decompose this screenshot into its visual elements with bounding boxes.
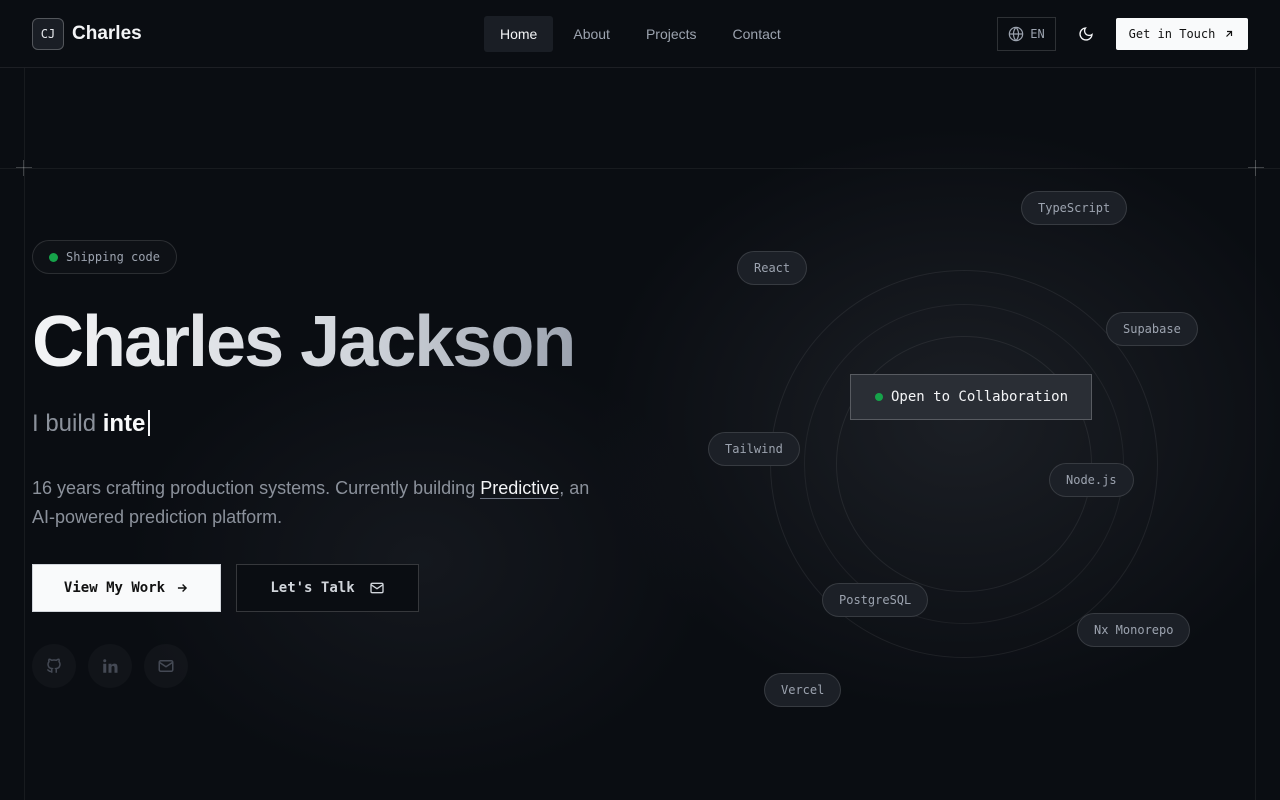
typing-caret — [148, 410, 151, 436]
site-header: CJ Charles Home About Projects Contact E… — [0, 0, 1280, 68]
view-my-work-button[interactable]: View My Work — [32, 564, 221, 612]
nav-item-contact[interactable]: Contact — [717, 16, 797, 52]
tech-pill-vercel: Vercel — [764, 673, 842, 707]
tech-pill-nx-monorepo: Nx Monorepo — [1077, 613, 1191, 647]
email-icon — [158, 660, 174, 672]
theme-toggle[interactable] — [1074, 22, 1098, 46]
linkedin-icon — [103, 659, 118, 673]
language-switcher[interactable]: EN — [997, 17, 1056, 51]
crosshair-decoration — [16, 160, 32, 176]
grid-line — [24, 68, 25, 800]
status-badge: Shipping code — [32, 240, 177, 274]
get-in-touch-label: Get in Touch — [1128, 27, 1216, 41]
collaboration-badge: Open to Collaboration — [850, 374, 1092, 420]
nav-item-about[interactable]: About — [557, 16, 626, 52]
logo-mark: CJ — [32, 18, 64, 50]
hero-description: 16 years crafting production systems. Cu… — [32, 474, 612, 532]
hero-tagline: I build inte — [32, 410, 151, 438]
brand-name: Charles — [72, 23, 142, 44]
collaboration-dot — [875, 393, 883, 401]
status-dot — [49, 252, 58, 262]
language-label: EN — [1030, 27, 1045, 41]
social-links — [32, 644, 188, 688]
lets-talk-label: Let's Talk — [270, 580, 355, 596]
tech-pill-react: React — [737, 251, 808, 285]
desc-text: 16 years crafting production systems. Cu… — [32, 478, 481, 498]
arrow-right-icon — [177, 584, 188, 592]
email-link[interactable] — [144, 644, 188, 688]
tech-pill-typescript: TypeScript — [1021, 191, 1128, 225]
status-label: Shipping code — [66, 250, 160, 264]
predictive-link[interactable]: Predictive — [480, 478, 560, 499]
tagline-prefix: I build — [32, 410, 97, 437]
nav-item-home[interactable]: Home — [484, 16, 554, 52]
moon-icon — [1079, 27, 1093, 41]
globe-icon — [1008, 26, 1024, 42]
arrow-up-right-icon — [1226, 30, 1233, 37]
hero-title: Charles Jackson — [32, 302, 576, 382]
github-link[interactable] — [32, 644, 76, 688]
nav-item-projects[interactable]: Projects — [630, 16, 713, 52]
tech-pill-supabase: Supabase — [1106, 312, 1198, 346]
collaboration-label: Open to Collaboration — [891, 389, 1069, 405]
tech-pill-tailwind: Tailwind — [708, 432, 800, 466]
mail-icon — [369, 582, 384, 594]
logo-text: CJ — [40, 27, 56, 41]
brand-link[interactable]: CJ Charles — [32, 18, 142, 50]
crosshair-decoration — [1248, 160, 1264, 176]
linkedin-link[interactable] — [88, 644, 132, 688]
grid-line — [1255, 68, 1256, 800]
main-nav: Home About Projects Contact — [484, 16, 797, 52]
tech-pill-nodejs: Node.js — [1049, 463, 1134, 497]
lets-talk-button[interactable]: Let's Talk — [236, 564, 419, 612]
view-my-work-label: View My Work — [63, 580, 166, 596]
github-icon — [47, 658, 61, 673]
tech-pill-postgresql: PostgreSQL — [822, 583, 929, 617]
grid-line — [0, 168, 1280, 169]
get-in-touch-button[interactable]: Get in Touch — [1116, 18, 1248, 50]
tagline-typed: inte — [102, 410, 146, 437]
